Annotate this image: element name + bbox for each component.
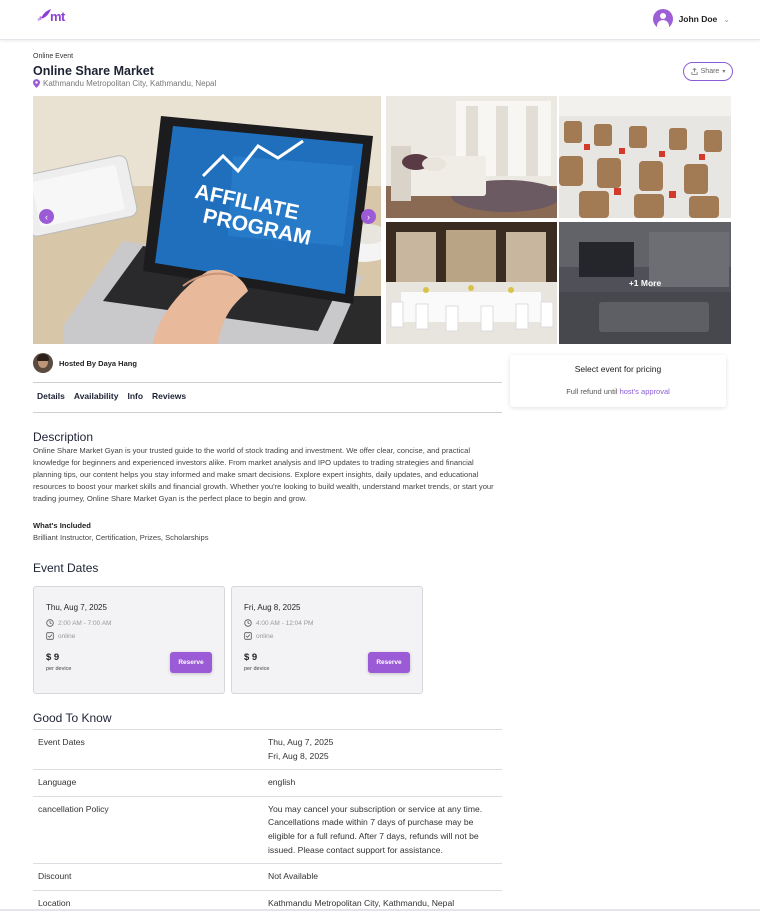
checkbox-icon bbox=[244, 632, 252, 640]
date-card: Fri, Aug 8, 2025 4:00 AM - 12:04 PM onli… bbox=[231, 586, 423, 694]
location-text: Kathmandu Metropolitan City, Kathmandu, … bbox=[43, 79, 217, 88]
location-pin-icon bbox=[33, 79, 40, 88]
divider bbox=[33, 382, 502, 383]
divider bbox=[33, 412, 502, 413]
row-value: Thu, Aug 7, 2025 Fri, Aug 8, 2025 bbox=[268, 737, 334, 761]
user-name: John Doe bbox=[678, 14, 718, 24]
date-card-price: $ 9 bbox=[46, 652, 60, 663]
tab-info[interactable]: Info bbox=[127, 391, 143, 401]
good-to-know-table: Event Dates Thu, Aug 7, 2025 Fri, Aug 8,… bbox=[33, 729, 502, 911]
description-heading: Description bbox=[33, 430, 94, 444]
date-card-price: $ 9 bbox=[244, 652, 258, 663]
chevron-down-icon: ▾ bbox=[722, 69, 726, 75]
row-key: cancellation Policy bbox=[38, 803, 109, 814]
row-key: Event Dates bbox=[38, 737, 85, 747]
share-icon bbox=[691, 68, 698, 75]
good-to-know-heading: Good To Know bbox=[33, 711, 112, 725]
chevron-down-icon: ⌄ bbox=[723, 14, 730, 24]
date-card-mode: online bbox=[244, 632, 273, 640]
pricing-title: Select event for pricing bbox=[574, 364, 662, 374]
date-card-time: 2:00 AM - 7:00 AM bbox=[46, 619, 111, 627]
date-card-unit: per device bbox=[46, 666, 72, 672]
logo[interactable]: mt bbox=[36, 8, 65, 24]
row-key: Discount bbox=[38, 871, 72, 882]
tab-reviews[interactable]: Reviews bbox=[152, 391, 186, 401]
date-card-time: 4:00 AM - 12:04 PM bbox=[244, 619, 313, 627]
date-card-date: Thu, Aug 7, 2025 bbox=[46, 603, 107, 612]
more-images-button[interactable]: +1 More bbox=[559, 222, 731, 344]
clock-icon bbox=[244, 619, 252, 627]
row-key: Language bbox=[38, 777, 77, 788]
row-value: english bbox=[268, 777, 296, 788]
date-card-date: Fri, Aug 8, 2025 bbox=[244, 603, 301, 612]
event-type-label: Online Event bbox=[33, 53, 74, 60]
reserve-button[interactable]: Reserve bbox=[170, 652, 212, 673]
refund-policy: Full refund until host's approval bbox=[566, 387, 670, 396]
date-card-unit: per device bbox=[244, 666, 270, 672]
row-value: You may cancel your subscription or serv… bbox=[268, 803, 483, 855]
date-card: Thu, Aug 7, 2025 2:00 AM - 7:00 AM onlin… bbox=[33, 586, 225, 694]
gallery-prev-button[interactable]: ‹ bbox=[39, 209, 54, 224]
share-button[interactable]: Share ▾ bbox=[683, 62, 733, 81]
host-name: Hosted By Daya Hang bbox=[59, 358, 137, 368]
tab-availability[interactable]: Availability bbox=[74, 391, 119, 401]
row-value: Not Available bbox=[268, 871, 319, 882]
date-card-mode: online bbox=[46, 632, 75, 640]
table-row: Location Kathmandu Metropolitan City, Ka… bbox=[33, 891, 502, 911]
top-navbar: mt John Doe ⌄ bbox=[0, 0, 760, 40]
gallery-thumbnail-living-room[interactable]: +1 More bbox=[559, 222, 731, 344]
event-location: Kathmandu Metropolitan City, Kathmandu, … bbox=[33, 79, 216, 88]
user-avatar-icon bbox=[652, 9, 673, 29]
table-row: Event Dates Thu, Aug 7, 2025 Fri, Aug 8,… bbox=[33, 730, 502, 771]
gallery-thumbnail-banquet[interactable] bbox=[559, 96, 731, 218]
host-approval-link[interactable]: host's approval bbox=[620, 387, 670, 396]
section-tabs: Details Availability Info Reviews bbox=[37, 391, 186, 401]
table-row: cancellation Policy You may cancel your … bbox=[33, 797, 502, 865]
main-event-image[interactable]: AFFILIATE PROGRAM ‹ › bbox=[33, 96, 381, 344]
clock-icon bbox=[46, 619, 54, 627]
included-label: What's Included bbox=[33, 521, 91, 530]
included-value: Brilliant Instructor, Certification, Pri… bbox=[33, 533, 209, 542]
gallery-thumbnail-hall[interactable] bbox=[386, 222, 557, 344]
table-row: Discount Not Available bbox=[33, 864, 502, 891]
gallery-next-button[interactable]: › bbox=[361, 209, 376, 224]
host-info: Hosted By Daya Hang bbox=[33, 353, 137, 373]
logo-text: mt bbox=[50, 8, 65, 24]
user-menu[interactable]: John Doe ⌄ bbox=[652, 9, 730, 29]
host-avatar bbox=[33, 353, 53, 373]
checkbox-icon bbox=[46, 632, 54, 640]
reserve-button[interactable]: Reserve bbox=[368, 652, 410, 673]
tab-details[interactable]: Details bbox=[37, 391, 65, 401]
description-text: Online Share Market Gyan is your trusted… bbox=[33, 446, 494, 503]
gallery-thumbnail-bedroom[interactable] bbox=[386, 96, 557, 218]
pricing-card: Select event for pricing Full refund unt… bbox=[510, 355, 726, 407]
image-gallery: AFFILIATE PROGRAM ‹ › +1 More bbox=[33, 96, 731, 344]
laptop-affiliate-image: AFFILIATE PROGRAM bbox=[33, 96, 381, 344]
page-title: Online Share Market bbox=[33, 64, 154, 78]
table-row: Language english bbox=[33, 770, 502, 797]
event-dates-heading: Event Dates bbox=[33, 561, 99, 575]
